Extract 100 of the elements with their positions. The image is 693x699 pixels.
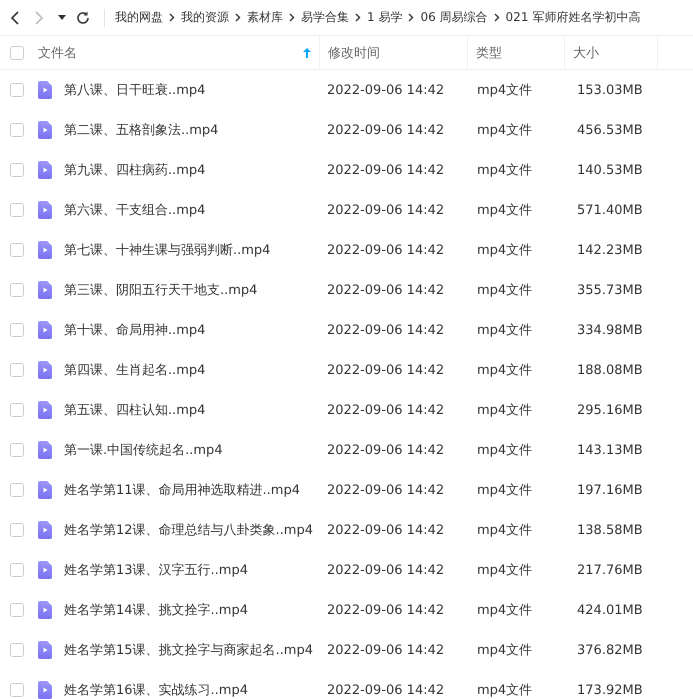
file-name[interactable]: 姓名学第15课、挑文拴字与商家起名..mp4 [64,641,313,659]
video-file-icon [38,201,52,219]
file-name[interactable]: 第六课、干支组合..mp4 [64,201,206,219]
file-type: mp4文件 [476,562,534,579]
file-type: mp4文件 [476,202,534,219]
file-name[interactable]: 姓名学第14课、挑文拴字..mp4 [64,601,248,619]
modified-time: 2022-09-06 14:42 [326,82,446,98]
column-header[interactable]: 类型 [476,44,502,62]
sort-ascending-icon[interactable] [303,48,311,58]
column-header[interactable]: 修改时间 [328,44,380,62]
file-size: 142.23MB [576,242,644,258]
file-size: 153.03MB [576,82,644,98]
file-name[interactable]: 第三课、阴阳五行天干地支..mp4 [64,281,258,299]
row-checkbox[interactable] [10,243,24,257]
file-type: mp4文件 [476,122,534,139]
row-checkbox[interactable] [10,443,24,457]
modified-time: 2022-09-06 14:42 [326,202,446,218]
file-size: 188.08MB [576,362,644,378]
video-file-icon [38,481,52,499]
row-checkbox[interactable] [10,643,24,657]
file-type: mp4文件 [476,82,534,99]
file-name[interactable]: 第七课、十神生课与强弱判断..mp4 [64,241,270,259]
breadcrumb-link[interactable]: 021 军师府姓名学初中高 [506,9,640,26]
file-type: mp4文件 [476,362,534,379]
column-header[interactable]: 大小 [573,44,599,62]
row-checkbox[interactable] [10,523,24,537]
modified-time: 2022-09-06 14:42 [326,482,446,498]
video-file-icon [38,121,52,139]
breadcrumb-link[interactable]: 易学合集 [301,9,349,26]
file-type: mp4文件 [476,522,534,539]
video-file-icon [38,361,52,379]
row-checkbox[interactable] [10,563,24,577]
chevron-right-icon [289,13,295,22]
file-type: mp4文件 [476,402,534,419]
file-name[interactable]: 姓名学第16课、实战练习..mp4 [64,681,248,699]
file-name[interactable]: 第二课、五格剖象法..mp4 [64,121,218,139]
file-type: mp4文件 [476,682,534,699]
file-type: mp4文件 [476,482,534,499]
file-name[interactable]: 第十课、命局用神..mp4 [64,321,206,339]
chevron-right-icon [169,13,175,22]
row-checkbox[interactable] [10,203,24,217]
video-file-icon [38,321,52,339]
chevron-right-icon [355,13,361,22]
modified-time: 2022-09-06 14:42 [326,282,446,298]
breadcrumb-link[interactable]: 我的网盘 [115,9,163,26]
file-size: 197.16MB [576,482,644,498]
file-size: 295.16MB [576,402,644,418]
file-size: 571.40MB [576,202,644,218]
breadcrumb-link[interactable]: 素材库 [247,9,283,26]
column-header[interactable]: 文件名 [38,44,77,62]
row-checkbox[interactable] [10,483,24,497]
video-file-icon [38,521,52,539]
video-file-icon [38,441,52,459]
file-name[interactable]: 姓名学第12课、命理总结与八卦类象..mp4 [64,521,313,539]
video-file-icon [38,81,52,99]
file-type: mp4文件 [476,162,534,179]
file-name[interactable]: 第五课、四柱认知..mp4 [64,401,206,419]
video-file-icon [38,401,52,419]
file-name[interactable]: 姓名学第11课、命局用神选取精进..mp4 [64,481,300,499]
file-size: 456.53MB [576,122,644,138]
row-checkbox[interactable] [10,83,24,97]
file-name[interactable]: 第八课、日干旺衰..mp4 [64,81,206,99]
file-name[interactable]: 姓名学第13课、汉字五行..mp4 [64,561,248,579]
row-checkbox[interactable] [10,283,24,297]
chevron-right-icon [494,13,500,22]
file-type: mp4文件 [476,442,534,459]
breadcrumb-link[interactable]: 06 周易综合 [420,9,488,26]
file-size: 355.73MB [576,282,644,298]
row-checkbox[interactable] [10,163,24,177]
row-checkbox[interactable] [10,603,24,617]
video-file-icon [38,161,52,179]
video-file-icon [38,601,52,619]
chevron-right-icon [408,13,414,22]
file-type: mp4文件 [476,322,534,339]
history-dropdown-button[interactable] [58,14,66,20]
forward-button[interactable] [34,10,44,24]
modified-time: 2022-09-06 14:42 [326,162,446,178]
modified-time: 2022-09-06 14:42 [326,322,446,338]
chevron-right-icon [235,13,241,22]
file-size: 140.53MB [576,162,644,178]
refresh-button[interactable] [76,10,90,24]
breadcrumb-link[interactable]: 我的资源 [181,9,229,26]
row-checkbox[interactable] [10,683,24,697]
back-button[interactable] [10,10,20,24]
file-type: mp4文件 [476,242,534,259]
row-checkbox[interactable] [10,323,24,337]
file-type: mp4文件 [476,642,534,659]
video-file-icon [38,281,52,299]
breadcrumb-link[interactable]: 1 易学 [367,9,402,26]
row-checkbox[interactable] [10,403,24,417]
modified-time: 2022-09-06 14:42 [326,402,446,418]
file-name[interactable]: 第九课、四柱病药..mp4 [64,161,206,179]
modified-time: 2022-09-06 14:42 [326,562,446,578]
file-type: mp4文件 [476,602,534,619]
row-checkbox[interactable] [10,363,24,377]
select-all-checkbox[interactable] [10,46,24,60]
file-name[interactable]: 第一课.中国传统起名..mp4 [64,441,223,459]
modified-time: 2022-09-06 14:42 [326,682,446,698]
file-name[interactable]: 第四课、生肖起名..mp4 [64,361,206,379]
row-checkbox[interactable] [10,123,24,137]
